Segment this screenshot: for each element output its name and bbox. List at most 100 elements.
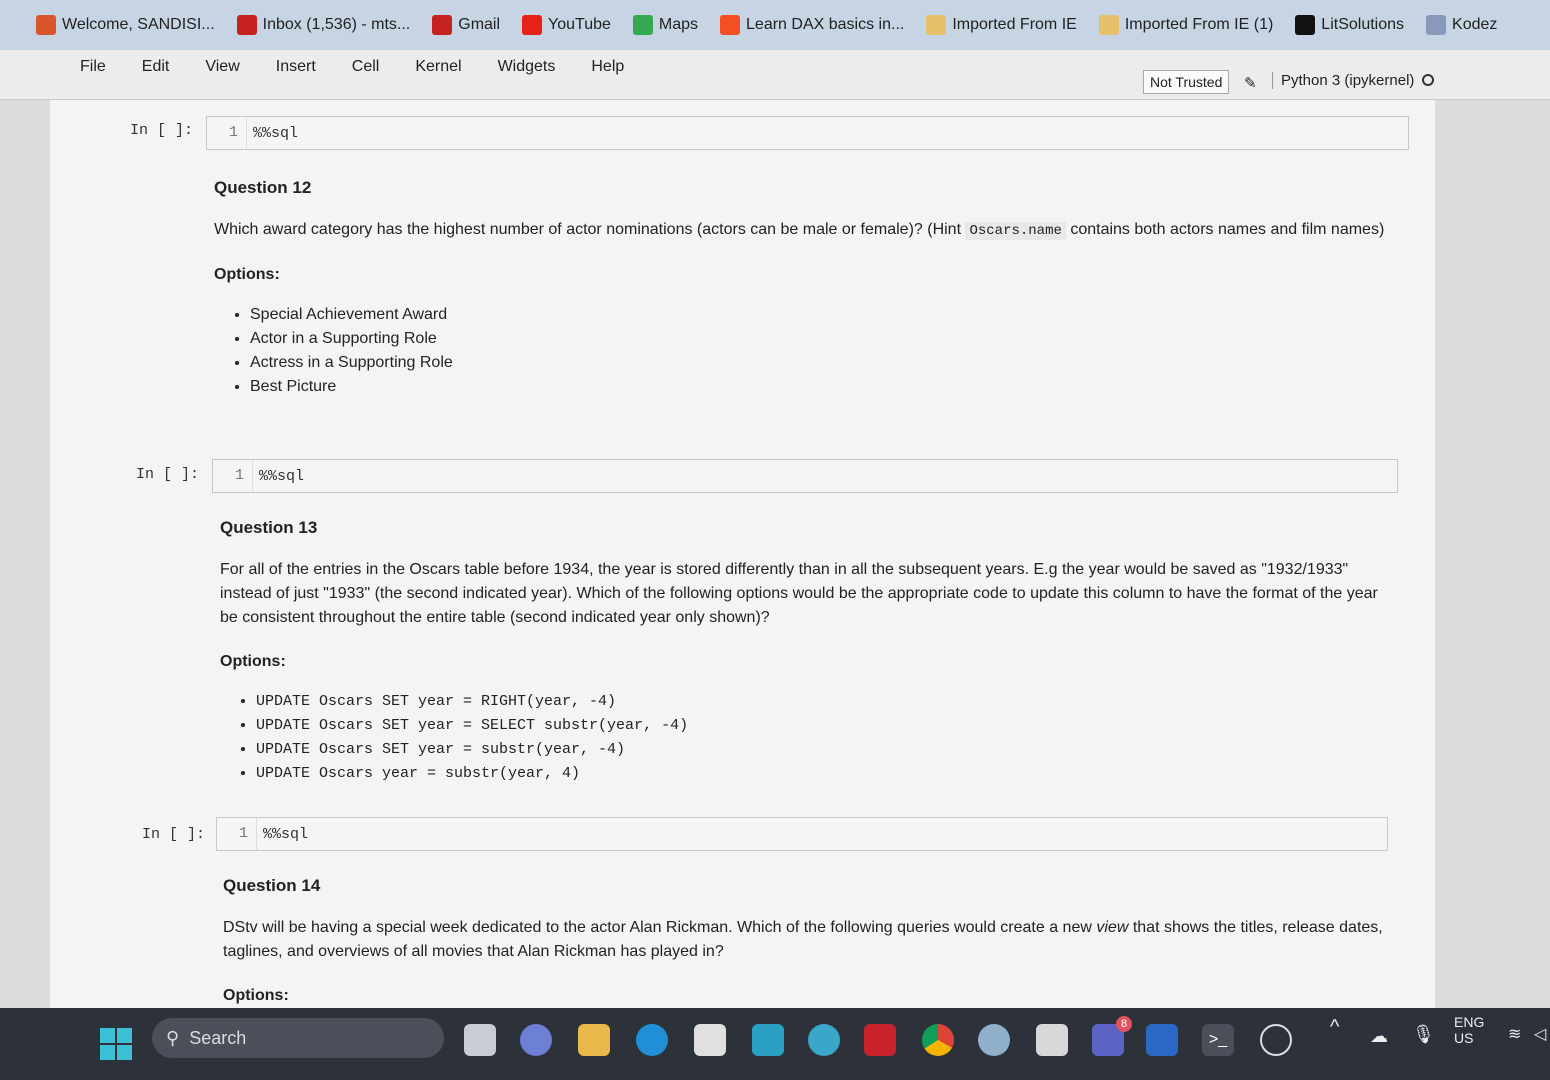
gmail-icon bbox=[432, 15, 453, 35]
region: US bbox=[1454, 1030, 1474, 1046]
line-number: 1 bbox=[217, 818, 257, 850]
taskbar: ⚲ Search 8 >_ ^ ☁ 🎙 ENG US ≋ ◁ bbox=[0, 1008, 1550, 1080]
kernel-indicator[interactable]: Python 3 (ipykernel) bbox=[1272, 72, 1435, 89]
question-text: DStv will be having a special week dedic… bbox=[223, 916, 1383, 964]
bookmark-label: Maps bbox=[658, 16, 699, 33]
bookmark-label: Imported From IE (1) bbox=[1124, 16, 1274, 33]
kodez-icon bbox=[1426, 15, 1447, 35]
cell-code[interactable]: %%sql bbox=[247, 125, 298, 142]
file-explorer-icon[interactable] bbox=[578, 1024, 610, 1056]
jupyter-menubar: File Edit View Insert Cell Kernel Widgets Help … bbox=[0, 50, 1550, 100]
option-item: Actress in a Supporting Role bbox=[250, 351, 1404, 375]
line-number: 1 bbox=[207, 117, 247, 149]
lang: ENG bbox=[1454, 1014, 1485, 1030]
option-item: Special Achievement Award bbox=[250, 303, 1404, 327]
option-item: UPDATE Oscars year = substr(year, 4) bbox=[256, 762, 1400, 786]
menu-kernel[interactable]: Kernel bbox=[415, 58, 461, 76]
task-view-icon[interactable] bbox=[464, 1024, 496, 1056]
maps-icon bbox=[632, 15, 653, 35]
search-icon: ⚲ bbox=[166, 1027, 180, 1048]
menu-insert[interactable]: Insert bbox=[276, 58, 316, 76]
terminal-icon[interactable]: >_ bbox=[1202, 1024, 1234, 1056]
menu: File Edit View Insert Cell Kernel Widgets Help bbox=[80, 58, 624, 76]
cell-prompt: In [ ]: bbox=[142, 826, 206, 843]
microphone-icon[interactable]: 🎙 bbox=[1412, 1024, 1435, 1045]
chevron-up-icon[interactable]: ^ bbox=[1330, 1016, 1339, 1039]
mcafee-icon[interactable] bbox=[864, 1024, 896, 1056]
cell-code[interactable]: %%sql bbox=[253, 468, 304, 485]
language-indicator[interactable]: ENG US bbox=[1454, 1014, 1484, 1046]
bookmark-4[interactable]: Maps bbox=[632, 15, 699, 35]
cloud-icon[interactable]: ☁ bbox=[1370, 1026, 1388, 1047]
wifi-icon[interactable]: ≋ bbox=[1508, 1024, 1521, 1044]
tex-icon[interactable] bbox=[1036, 1024, 1068, 1056]
kernel-name: Python 3 (ipykernel) bbox=[1281, 72, 1415, 89]
taskbar-search[interactable]: ⚲ Search bbox=[152, 1018, 444, 1058]
help-icon[interactable] bbox=[808, 1024, 840, 1056]
option-item: UPDATE Oscars SET year = substr(year, -4… bbox=[256, 738, 1400, 762]
word-icon[interactable] bbox=[1146, 1024, 1178, 1056]
bookmark-5[interactable]: Learn DAX basics in... bbox=[720, 15, 904, 35]
edge-icon[interactable] bbox=[636, 1024, 668, 1056]
search-label: Search bbox=[189, 1027, 247, 1048]
obs-icon[interactable] bbox=[1260, 1024, 1292, 1056]
menu-edit[interactable]: Edit bbox=[142, 58, 170, 76]
bookmark-label: LitSolutions bbox=[1321, 16, 1405, 33]
chat-icon[interactable] bbox=[520, 1024, 552, 1056]
menu-file[interactable]: File bbox=[80, 58, 106, 76]
cell-code[interactable]: %%sql bbox=[257, 826, 308, 843]
bookmark-0[interactable]: Welcome, SANDISI... bbox=[36, 15, 215, 35]
menu-cell[interactable]: Cell bbox=[352, 58, 380, 76]
bookmark-2[interactable]: Gmail bbox=[432, 15, 500, 35]
kernel-idle-icon bbox=[1422, 74, 1435, 86]
gmail-icon bbox=[236, 15, 257, 35]
bookmark-6[interactable]: Imported From IE bbox=[926, 15, 1077, 35]
menu-view[interactable]: View bbox=[205, 58, 239, 76]
bookmark-8[interactable]: LitSolutions bbox=[1295, 15, 1404, 35]
options-list: UPDATE Oscars SET year = RIGHT(year, -4)… bbox=[220, 690, 1400, 786]
options-label: Options: bbox=[214, 266, 280, 283]
hint-code: Oscars.name bbox=[965, 222, 1066, 240]
not-trusted-button[interactable]: Not Trusted bbox=[1143, 70, 1230, 94]
option-item: UPDATE Oscars SET year = SELECT substr(y… bbox=[256, 714, 1400, 738]
bookmark-3[interactable]: YouTube bbox=[522, 15, 611, 35]
microsoft-icon bbox=[720, 15, 741, 35]
bookmark-label: Kodez bbox=[1452, 16, 1498, 33]
cell-prompt: In [ ]: bbox=[130, 122, 194, 139]
bookmark-label: Imported From IE bbox=[952, 16, 1077, 33]
menu-widgets[interactable]: Widgets bbox=[498, 58, 556, 76]
volume-icon[interactable]: ◁ bbox=[1534, 1024, 1546, 1044]
text-emphasis: view bbox=[1096, 919, 1129, 936]
bookmark-1[interactable]: Inbox (1,536) - mts... bbox=[236, 15, 411, 35]
notebook-container: In [ ]: 1 %%sql Question 12 Which award c… bbox=[50, 100, 1435, 1008]
question-text: Which award category has the highest num… bbox=[214, 218, 1404, 243]
options-label: Options: bbox=[220, 653, 286, 670]
text: Which award category has the highest num… bbox=[214, 221, 966, 238]
teams-icon[interactable]: 8 bbox=[1092, 1016, 1132, 1056]
code-cell[interactable]: 1 %%sql bbox=[212, 459, 1398, 493]
option-item: Actor in a Supporting Role bbox=[250, 327, 1404, 351]
bookmark-7[interactable]: Imported From IE (1) bbox=[1098, 15, 1274, 35]
windows-start-icon[interactable] bbox=[100, 1028, 132, 1060]
folder-icon bbox=[926, 15, 947, 35]
cell-prompt: In [ ]: bbox=[136, 466, 200, 483]
question-14: Question 14 DStv will be having a specia… bbox=[223, 874, 1383, 1024]
question-text: For all of the entries in the Oscars tab… bbox=[220, 561, 1378, 626]
bookmark-9[interactable]: Kodez bbox=[1426, 15, 1497, 35]
bookmark-label: Gmail bbox=[458, 16, 501, 33]
bookmark-label: YouTube bbox=[548, 16, 611, 33]
code-cell[interactable]: 1 %%sql bbox=[216, 817, 1388, 851]
r-icon[interactable] bbox=[978, 1024, 1010, 1056]
bookmarks-bar: Welcome, SANDISI... Inbox (1,536) - mts..… bbox=[0, 0, 1550, 50]
bookmark-label: Inbox (1,536) - mts... bbox=[262, 16, 411, 33]
text: contains both actors names and film name… bbox=[1065, 221, 1385, 238]
chrome-icon[interactable] bbox=[922, 1024, 954, 1056]
code-cell[interactable]: 1 %%sql bbox=[206, 116, 1409, 150]
mylp-icon[interactable] bbox=[752, 1024, 784, 1056]
line-number: 1 bbox=[213, 460, 253, 492]
option-item: UPDATE Oscars SET year = RIGHT(year, -4) bbox=[256, 690, 1400, 714]
edit-pencil-icon[interactable]: ✎ bbox=[1244, 74, 1257, 92]
menu-help[interactable]: Help bbox=[591, 58, 624, 76]
folder-icon bbox=[1098, 15, 1119, 35]
store-icon[interactable] bbox=[694, 1024, 726, 1056]
